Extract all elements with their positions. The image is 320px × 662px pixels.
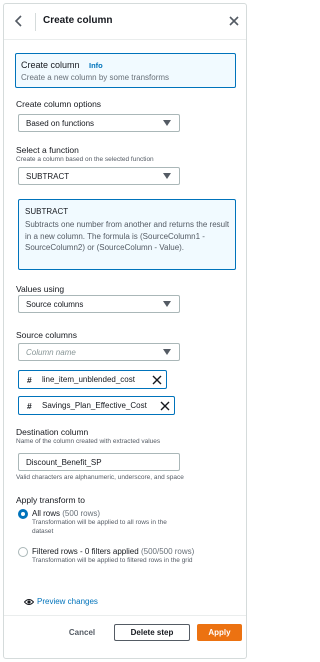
source-columns-select[interactable]: Column name (18, 343, 180, 361)
function-select[interactable]: SUBTRACT (18, 167, 180, 185)
filtered-rows-radio[interactable] (18, 547, 28, 557)
numeric-type-icon: # (27, 401, 32, 411)
apply-button[interactable]: Apply (197, 624, 242, 641)
destination-value: Discount_Benefit_SP (26, 458, 102, 467)
filtered-rows-count: (500/500 rows) (140, 547, 195, 556)
panel-header: Create column (4, 4, 246, 40)
info-subtitle: Create a new column by some transforms (21, 73, 170, 82)
filtered-rows-text: Filtered rows - 0 filters applied (32, 547, 139, 556)
values-using-label: Values using (16, 284, 65, 294)
description-text: Subtracts one number from another and re… (25, 220, 230, 252)
chip-label: line_item_unblended_cost (42, 375, 135, 384)
source-column-chip: # line_item_unblended_cost (18, 370, 167, 389)
all-rows-count: (500 rows) (62, 509, 101, 518)
chevron-left-icon[interactable] (12, 14, 26, 28)
remove-x-icon[interactable] (160, 401, 170, 411)
filtered-rows-label: Filtered rows - 0 filters applied (500/5… (32, 547, 194, 556)
source-column-chip: # Savings_Plan_Effective_Cost (18, 396, 175, 415)
options-select[interactable]: Based on functions (18, 114, 180, 132)
description-title: SUBTRACT (25, 207, 69, 216)
caret-down-icon (163, 173, 171, 179)
all-rows-radio[interactable] (18, 509, 28, 519)
close-icon[interactable] (228, 15, 240, 27)
destination-hint: Valid characters are alphanumeric, under… (16, 474, 184, 481)
info-panel: Create column Info Create a new column b… (15, 53, 236, 88)
options-select-value: Based on functions (26, 119, 95, 128)
footer-divider (4, 615, 246, 616)
caret-down-icon (163, 349, 171, 355)
preview-changes-label: Preview changes (37, 597, 98, 606)
source-columns-label: Source columns (16, 330, 77, 340)
destination-sublabel: Name of the column created with extracte… (16, 438, 161, 445)
values-using-select[interactable]: Source columns (18, 295, 180, 313)
eye-icon (24, 599, 34, 605)
source-columns-placeholder: Column name (26, 348, 76, 357)
info-title: Create column (21, 60, 80, 70)
header-divider (35, 13, 36, 31)
all-rows-text: All rows (32, 509, 61, 518)
cancel-button[interactable]: Cancel (64, 626, 100, 640)
delete-step-button[interactable]: Delete step (114, 624, 190, 641)
panel-title: Create column (43, 15, 113, 26)
remove-x-icon[interactable] (152, 375, 162, 385)
function-label: Select a function (16, 145, 79, 155)
caret-down-icon (163, 301, 171, 307)
caret-down-icon (163, 120, 171, 126)
function-select-value: SUBTRACT (26, 172, 70, 181)
destination-label: Destination column (16, 427, 89, 437)
chip-label: Savings_Plan_Effective_Cost (42, 401, 147, 410)
options-label: Create column options (16, 99, 102, 109)
all-rows-label: All rows (500 rows) (32, 509, 100, 518)
destination-input[interactable]: Discount_Benefit_SP (18, 453, 180, 471)
create-column-panel: Create column Create column Info Create … (3, 3, 247, 659)
info-link[interactable]: Info (89, 61, 103, 70)
all-rows-description: Transformation will be applied to all ro… (32, 519, 167, 535)
values-using-value: Source columns (26, 300, 84, 309)
function-sublabel: Create a column based on the selected fu… (16, 156, 154, 163)
apply-transform-label: Apply transform to (16, 495, 85, 505)
filtered-rows-description: Transformation will be applied to filter… (32, 557, 193, 564)
numeric-type-icon: # (27, 375, 32, 385)
function-description: SUBTRACT Subtracts one number from anoth… (18, 199, 236, 270)
